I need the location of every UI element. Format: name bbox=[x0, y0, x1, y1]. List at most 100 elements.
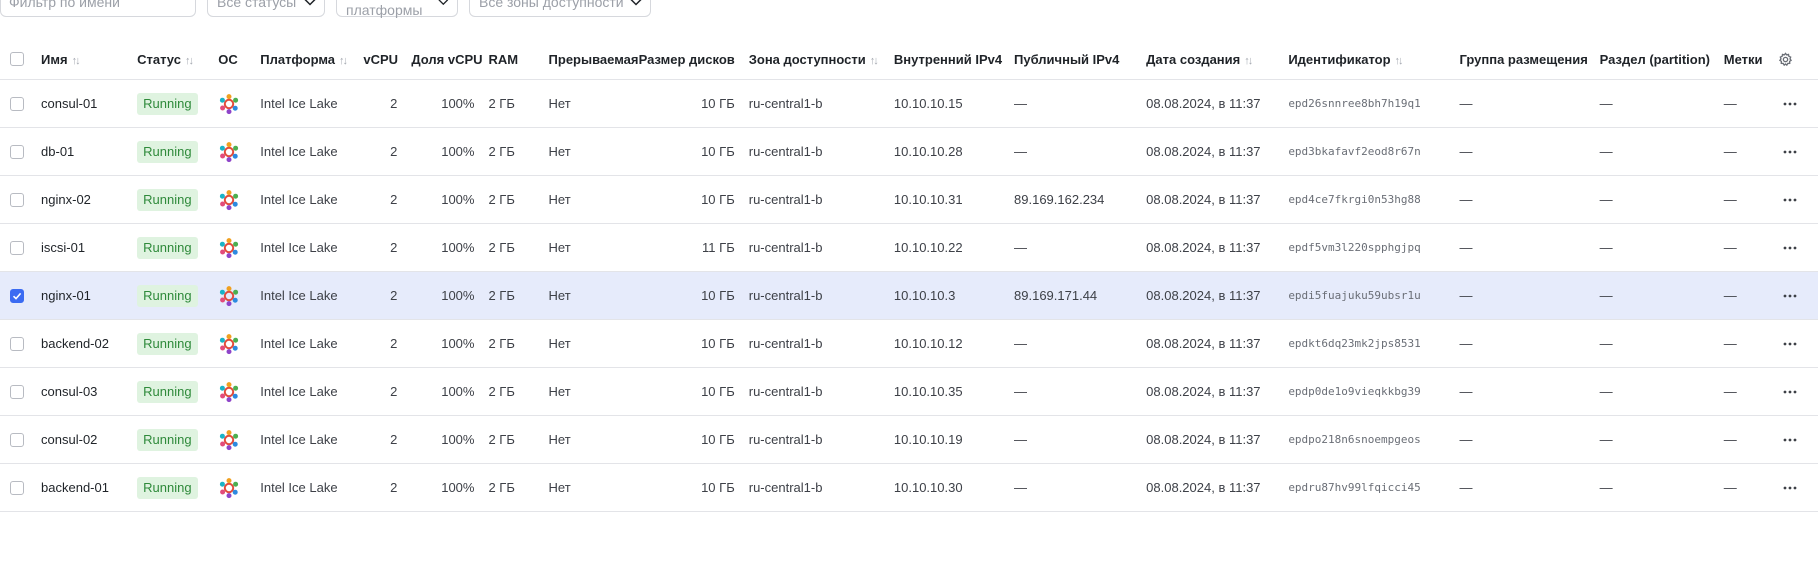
instance-name[interactable]: backend-02 bbox=[41, 319, 138, 368]
platform-cell: Intel Ice Lake bbox=[260, 175, 364, 224]
created-cell: 08.08.2024, в 11:37 bbox=[1146, 319, 1289, 368]
ellipsis-icon bbox=[1783, 198, 1797, 201]
filter-bar: Все статусы Все платформы Все зоны досту… bbox=[0, 0, 651, 18]
more-actions-button[interactable] bbox=[1778, 382, 1802, 402]
more-actions-button[interactable] bbox=[1778, 478, 1802, 498]
created-cell: 08.08.2024, в 11:37 bbox=[1146, 463, 1289, 512]
ubuntu-icon bbox=[220, 237, 239, 258]
status-filter-select[interactable]: Все статусы bbox=[207, 0, 325, 17]
internal-ip-cell: 10.10.10.15 bbox=[893, 79, 1015, 128]
ram-cell: 2 ГБ bbox=[488, 175, 549, 224]
row-checkbox[interactable] bbox=[10, 336, 24, 351]
ram-cell: 2 ГБ bbox=[488, 367, 549, 416]
sort-icon: ↑↓ bbox=[71, 54, 81, 67]
internal-ip-cell: 10.10.10.19 bbox=[893, 415, 1015, 464]
row-checkbox[interactable] bbox=[10, 384, 24, 399]
more-actions-button[interactable] bbox=[1778, 238, 1802, 258]
labels-cell: — bbox=[1723, 223, 1778, 272]
disk-size-cell: 10 ГБ bbox=[638, 271, 749, 320]
platform-cell: Intel Ice Lake bbox=[260, 79, 364, 128]
internal-ip-cell: 10.10.10.31 bbox=[893, 175, 1015, 224]
os-cell bbox=[218, 223, 261, 272]
created-cell: 08.08.2024, в 11:37 bbox=[1146, 127, 1289, 176]
labels-cell: — bbox=[1723, 175, 1778, 224]
more-actions-button[interactable] bbox=[1778, 142, 1802, 162]
table-row[interactable]: consul-01 Running Intel Ice Lake 2 100% … bbox=[0, 79, 1818, 128]
table-row[interactable]: db-01 Running Intel Ice Lake 2 100% 2 ГБ… bbox=[0, 127, 1818, 176]
table-row[interactable]: consul-02 Running Intel Ice Lake 2 100% … bbox=[0, 415, 1818, 464]
status-cell: Running bbox=[137, 367, 219, 416]
row-actions-cell bbox=[1777, 175, 1818, 224]
column-header-name[interactable]: Имя ↑↓ bbox=[41, 39, 138, 80]
row-checkbox[interactable] bbox=[10, 192, 24, 207]
disk-size-cell: 10 ГБ bbox=[638, 175, 749, 224]
table-row[interactable]: nginx-01 Running Intel Ice Lake 2 100% 2… bbox=[0, 271, 1818, 320]
ellipsis-icon bbox=[1783, 102, 1797, 105]
column-header-created[interactable]: Дата создания ↑↓ bbox=[1146, 39, 1289, 80]
more-actions-button[interactable] bbox=[1778, 190, 1802, 210]
table-row[interactable]: consul-03 Running Intel Ice Lake 2 100% … bbox=[0, 367, 1818, 416]
row-actions-cell bbox=[1777, 79, 1818, 128]
row-checkbox[interactable] bbox=[10, 96, 24, 111]
column-header-vcpu: vCPU bbox=[363, 39, 412, 80]
instance-id-cell: epdkt6dq23mk2jps8531 bbox=[1288, 319, 1460, 368]
row-select-cell bbox=[0, 319, 42, 368]
preemptible-cell: Нет bbox=[548, 415, 639, 464]
more-actions-button[interactable] bbox=[1778, 430, 1802, 450]
instance-name[interactable]: iscsi-01 bbox=[41, 223, 138, 272]
os-cell bbox=[218, 415, 261, 464]
select-all-checkbox[interactable] bbox=[10, 52, 24, 66]
instance-name[interactable]: consul-02 bbox=[41, 415, 138, 464]
row-select-cell bbox=[0, 367, 42, 416]
os-cell bbox=[218, 79, 261, 128]
ubuntu-icon bbox=[220, 189, 239, 210]
instance-name[interactable]: backend-01 bbox=[41, 463, 138, 512]
vcpu-share-cell: 100% bbox=[411, 367, 489, 416]
status-cell: Running bbox=[137, 319, 219, 368]
table-row[interactable]: nginx-02 Running Intel Ice Lake 2 100% 2… bbox=[0, 175, 1818, 224]
vcpu-cell: 2 bbox=[363, 271, 412, 320]
placement-group-cell: — bbox=[1459, 463, 1600, 512]
more-actions-button[interactable] bbox=[1778, 94, 1802, 114]
instance-name[interactable]: nginx-01 bbox=[41, 271, 138, 320]
column-header-zone[interactable]: Зона доступности ↑↓ bbox=[748, 39, 894, 80]
table-row[interactable]: backend-02 Running Intel Ice Lake 2 100%… bbox=[0, 319, 1818, 368]
zone-filter-select[interactable]: Все зоны доступности bbox=[469, 0, 651, 17]
labels-cell: — bbox=[1723, 367, 1778, 416]
platform-filter-select[interactable]: Все платформы bbox=[336, 0, 458, 18]
disk-size-cell: 10 ГБ bbox=[638, 463, 749, 512]
sort-icon: ↑↓ bbox=[184, 54, 194, 67]
instance-name[interactable]: consul-01 bbox=[41, 79, 138, 128]
row-checkbox[interactable] bbox=[10, 240, 24, 255]
ram-cell: 2 ГБ bbox=[488, 415, 549, 464]
column-header-status[interactable]: Статус ↑↓ bbox=[137, 39, 219, 80]
more-actions-button[interactable] bbox=[1778, 286, 1802, 306]
table-row[interactable]: iscsi-01 Running Intel Ice Lake 2 100% 2… bbox=[0, 223, 1818, 272]
vcpu-cell: 2 bbox=[363, 223, 412, 272]
public-ip-cell: 89.169.171.44 bbox=[1014, 271, 1147, 320]
column-header-public-ip: Публичный IPv4 bbox=[1014, 39, 1147, 80]
instances-table: Имя ↑↓ Статус ↑↓ ОС Платформа ↑↓ vCPU Доля … bbox=[0, 39, 1818, 512]
row-select-cell bbox=[0, 271, 42, 320]
more-actions-button[interactable] bbox=[1778, 334, 1802, 354]
column-header-platform[interactable]: Платформа ↑↓ bbox=[260, 39, 364, 80]
ram-cell: 2 ГБ bbox=[488, 127, 549, 176]
row-checkbox[interactable] bbox=[10, 480, 24, 495]
gear-icon[interactable] bbox=[1778, 51, 1793, 67]
name-filter-input[interactable] bbox=[0, 0, 196, 17]
placement-group-cell: — bbox=[1459, 415, 1600, 464]
placement-group-cell: — bbox=[1459, 79, 1600, 128]
row-checkbox[interactable] bbox=[10, 144, 24, 159]
column-header-id[interactable]: Идентификатор ↑↓ bbox=[1288, 39, 1460, 80]
instance-name[interactable]: db-01 bbox=[41, 127, 138, 176]
disk-size-cell: 10 ГБ bbox=[638, 127, 749, 176]
table-row[interactable]: backend-01 Running Intel Ice Lake 2 100%… bbox=[0, 463, 1818, 512]
preemptible-cell: Нет bbox=[548, 127, 639, 176]
row-checkbox[interactable] bbox=[10, 288, 24, 303]
instance-name[interactable]: nginx-02 bbox=[41, 175, 138, 224]
sort-icon: ↑↓ bbox=[869, 54, 879, 67]
labels-cell: — bbox=[1723, 463, 1778, 512]
row-checkbox[interactable] bbox=[10, 432, 24, 447]
placement-group-cell: — bbox=[1459, 127, 1600, 176]
instance-name[interactable]: consul-03 bbox=[41, 367, 138, 416]
